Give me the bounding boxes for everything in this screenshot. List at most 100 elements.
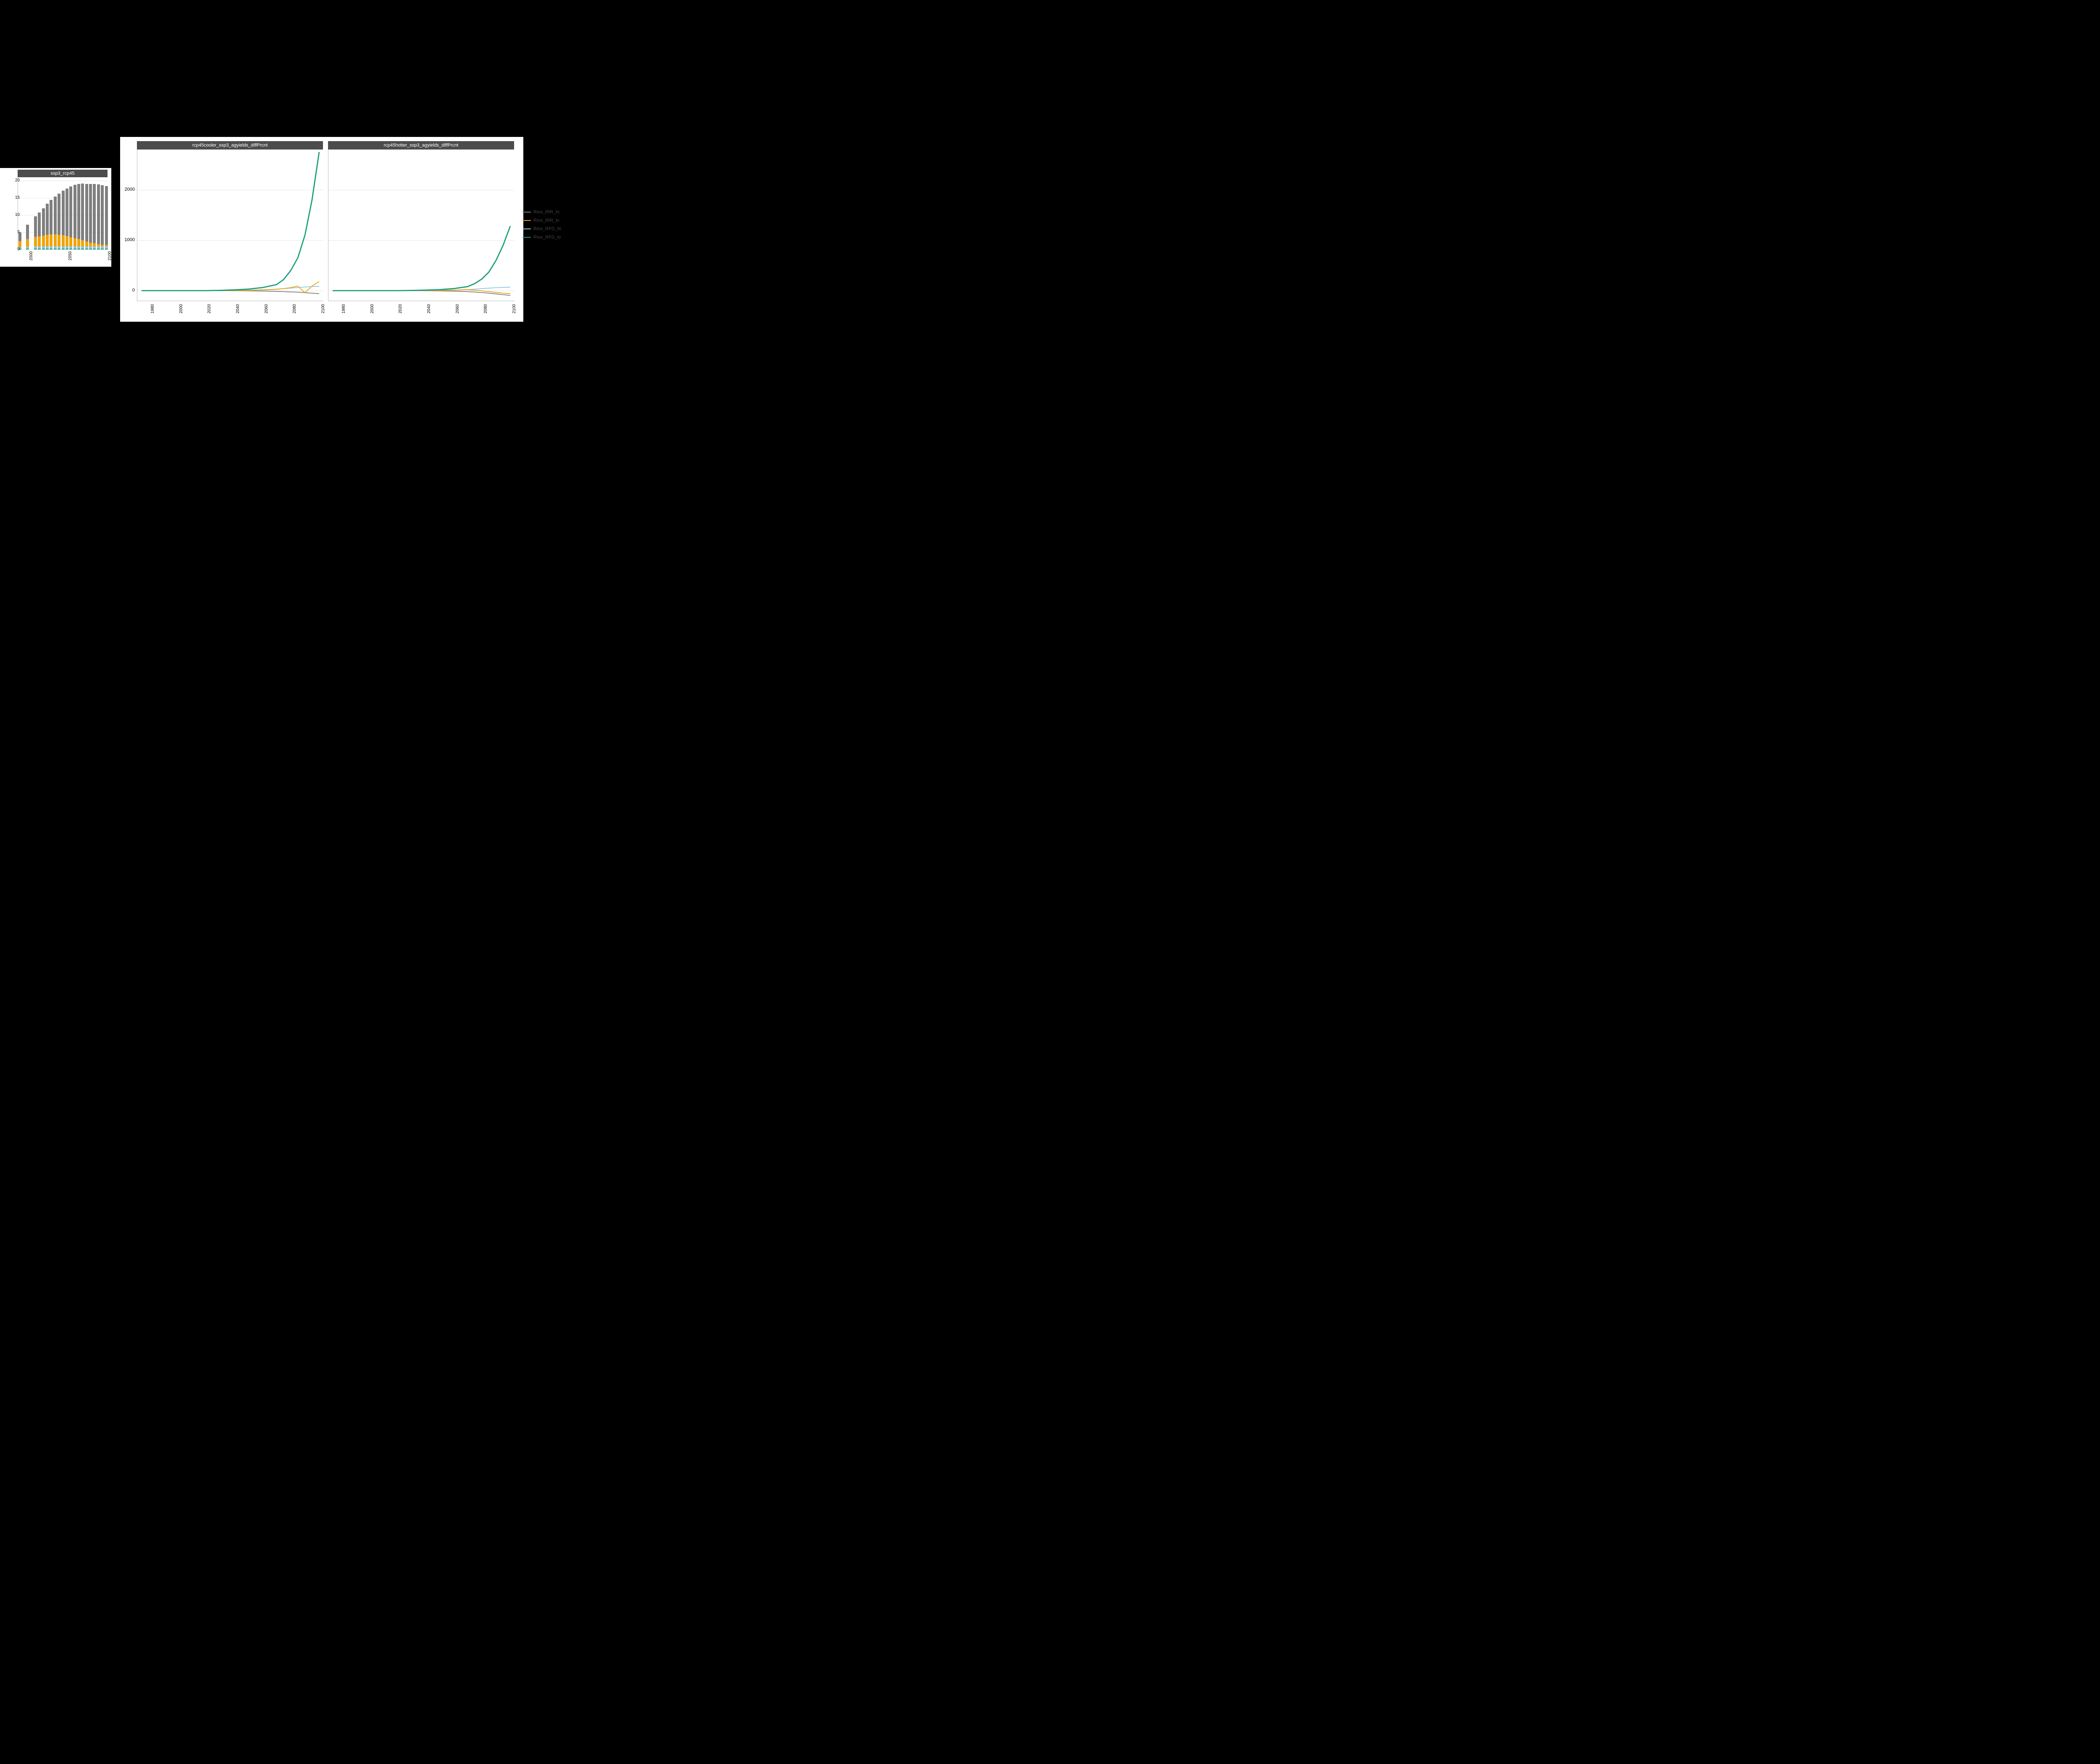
- legend: Rice_IRR_hi Rice_IRR_lo Rice_RFD_hi Rice_RF…: [522, 208, 573, 242]
- bar-segment: [58, 235, 60, 247]
- bar-segment: [69, 186, 72, 237]
- x-tick-label: 2100: [321, 304, 326, 318]
- facet-strip: rcp45hotter_ssp3_agyields_diffPrcnt: [328, 141, 514, 150]
- y-tick-label: 15: [10, 196, 20, 200]
- y-tick-label: 2000: [121, 187, 135, 192]
- x-tick-label: 2020: [207, 304, 212, 318]
- bar-segment: [93, 184, 96, 243]
- line-plot-area: 0100020001980200020202040206020802100: [137, 150, 323, 301]
- bar: [77, 184, 80, 249]
- bar-segment: [81, 240, 84, 247]
- line-chart-svg: [137, 150, 323, 301]
- bar-segment: [77, 184, 80, 239]
- x-tick-label: 2100: [108, 251, 112, 264]
- bar-segment: [66, 236, 68, 247]
- bar: [66, 189, 68, 249]
- x-tick-label: 1980: [341, 304, 346, 318]
- legend-swatch: [522, 220, 531, 221]
- bar: [74, 185, 76, 249]
- x-tick-label: 2080: [483, 304, 488, 318]
- x-tick-label: 2050: [68, 251, 73, 264]
- series-line: [333, 226, 510, 291]
- x-tick-label: 1980: [150, 304, 155, 318]
- x-tick-label: 2000: [370, 304, 375, 318]
- x-tick-label: 2040: [427, 304, 431, 318]
- x-tick-label: 2060: [455, 304, 460, 318]
- y-tick-label: 20: [10, 178, 20, 183]
- bar-segment: [81, 184, 84, 240]
- bar-segment: [38, 236, 41, 247]
- bar-segment: [42, 236, 45, 247]
- y-tick-label: 0: [121, 288, 135, 293]
- facet-strip: ssp3_rcp45: [18, 170, 108, 177]
- bar-segment: [54, 197, 57, 234]
- bar-segment: [89, 184, 92, 242]
- legend-swatch: [522, 228, 531, 230]
- bar-segment: [85, 242, 88, 247]
- x-tick-label: 2100: [512, 304, 517, 318]
- bar-segment: [54, 234, 57, 247]
- facet-strip: rcp45cooler_ssp3_agyields_diffPrcnt: [137, 141, 323, 150]
- bar: [97, 184, 100, 249]
- y-tick-label: 0: [10, 247, 20, 252]
- x-tick-label: 2080: [292, 304, 297, 318]
- bar-segment: [38, 213, 41, 236]
- bar: [26, 225, 29, 249]
- bar-segment: [74, 185, 76, 238]
- bar: [42, 208, 45, 249]
- y-tick-label: 10: [10, 213, 20, 217]
- y-axis-label: Rice Production (MT): [0, 69, 4, 168]
- bar-segment: [34, 237, 37, 247]
- y-tick-label: 1000: [121, 238, 135, 242]
- bar: [85, 184, 88, 249]
- bar-segment: [26, 225, 29, 239]
- legend-item: Rice_RFD_lo: [522, 233, 573, 242]
- x-tick-label: 2000: [179, 304, 184, 318]
- legend-label: Rice_RFD_hi: [533, 226, 561, 231]
- facet-hotter: rcp45hotter_ssp3_agyields_diffPrcnt 1980…: [328, 141, 514, 301]
- legend-item: Rice_IRR_hi: [522, 208, 573, 216]
- bar: [101, 185, 104, 249]
- legend-item: Rice_IRR_lo: [522, 216, 573, 225]
- bar-segment: [58, 194, 60, 235]
- bar-segment: [62, 191, 65, 235]
- bar-segment: [97, 184, 100, 244]
- bar: [89, 184, 92, 249]
- bar: [54, 197, 57, 249]
- legend-item: Rice_RFD_hi: [522, 225, 573, 233]
- bar: [50, 200, 52, 249]
- bar-segment: [105, 186, 108, 245]
- bar-segment: [66, 189, 68, 236]
- x-tick-label: 2020: [398, 304, 403, 318]
- bar-segment: [89, 243, 92, 247]
- line-plot-area: 1980200020202040206020802100: [328, 150, 514, 301]
- bar-segment: [34, 216, 37, 236]
- x-tick-label: 2040: [236, 304, 240, 318]
- bar-segment: [74, 238, 76, 247]
- legend-label: Rice_IRR_hi: [533, 210, 559, 215]
- bar-segment: [50, 200, 52, 234]
- bar-segment: [46, 204, 49, 235]
- bar-segment: [69, 237, 72, 247]
- bar: [105, 186, 108, 249]
- bar: [93, 184, 96, 249]
- bar-segment: [42, 208, 45, 236]
- bar-plot-area: [18, 177, 108, 250]
- bar-segment: [62, 235, 65, 246]
- bar-segment: [18, 241, 21, 247]
- stage: Rice Production (MT) ssp3_rcp45 0 5 10 15 20…: [0, 0, 645, 452]
- y-tick-label: 5: [10, 230, 20, 234]
- facet-cooler: rcp45cooler_ssp3_agyields_diffPrcnt 0100…: [137, 141, 323, 301]
- legend-swatch: [522, 212, 531, 213]
- bar: [34, 216, 37, 249]
- bar-segment: [93, 243, 96, 247]
- line-chart-svg: [328, 150, 514, 301]
- bar-segment: [50, 234, 52, 247]
- bar: [46, 204, 49, 249]
- bar: [58, 194, 60, 250]
- x-tick-label: 2060: [264, 304, 269, 318]
- bar-segment: [85, 184, 88, 242]
- bar: [62, 191, 65, 249]
- legend-label: Rice_IRR_lo: [533, 218, 559, 223]
- x-tick-label: 2000: [29, 251, 34, 264]
